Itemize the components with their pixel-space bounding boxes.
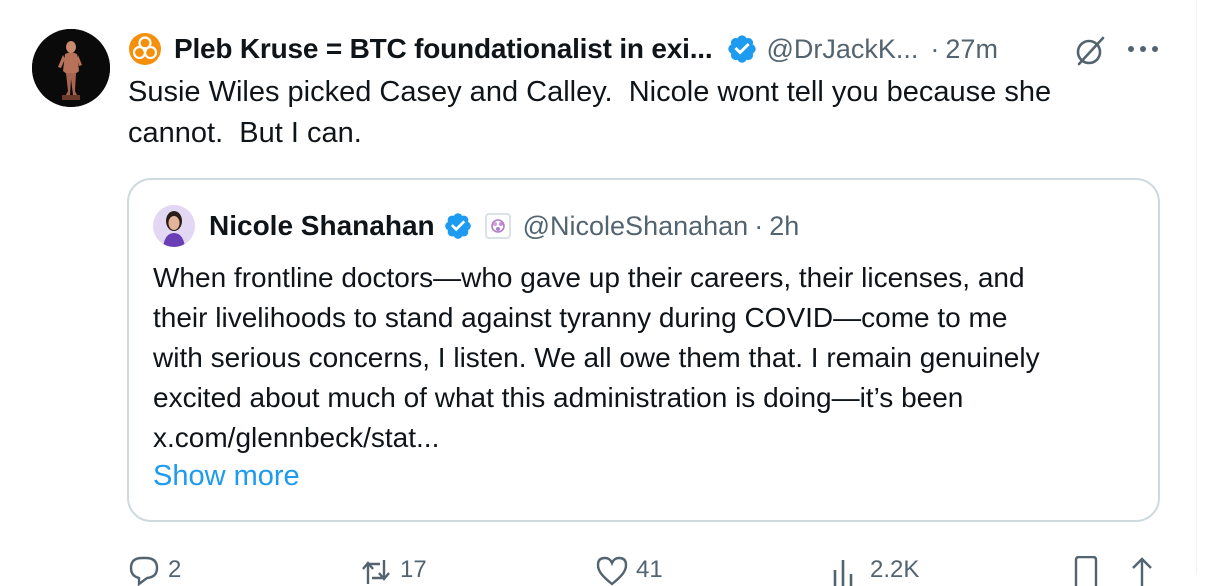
affiliate-badge-icon[interactable] <box>484 213 511 239</box>
timeline-border <box>1196 0 1197 574</box>
grok-icon[interactable] <box>1072 33 1108 69</box>
share-icon <box>1132 557 1152 586</box>
repost-button[interactable]: 17 <box>360 556 427 586</box>
verified-badge-icon[interactable] <box>726 33 758 65</box>
bookmark-icon <box>1074 556 1098 586</box>
quoted-tweet-text: When frontline doctors—who gave up their… <box>153 262 1040 453</box>
portrait-avatar-image <box>153 205 195 247</box>
reply-icon <box>129 556 159 586</box>
quoted-tweet-timestamp[interactable]: 2h <box>769 211 799 242</box>
like-count: 41 <box>636 556 663 583</box>
biohazard-icon <box>128 32 162 66</box>
repost-count: 17 <box>400 556 427 583</box>
show-more-link[interactable]: Show more <box>153 460 300 493</box>
repost-icon <box>362 560 390 584</box>
author-handle[interactable]: @DrJackK... <box>766 34 918 65</box>
quoted-author-avatar[interactable] <box>153 205 195 247</box>
verified-badge-icon[interactable] <box>443 211 473 241</box>
quoted-author-display-name[interactable]: Nicole Shanahan <box>209 210 435 242</box>
reply-count: 2 <box>168 556 182 583</box>
like-button[interactable]: 41 <box>596 556 663 586</box>
views-icon <box>833 560 853 586</box>
views-button[interactable]: 2.2K <box>830 556 919 586</box>
separator-dot: · <box>930 33 940 64</box>
quoted-tweet[interactable]: Nicole Shanahan @NicoleShanahan · 2h Whe… <box>127 178 1160 522</box>
tweet-text: Susie Wiles picked Casey and Calley. Nic… <box>128 76 1052 149</box>
more-icon[interactable] <box>1126 37 1160 61</box>
separator-dot: · <box>754 210 764 241</box>
author-display-name[interactable]: Pleb Kruse = BTC foundationalist in exi.… <box>174 33 713 65</box>
quoted-author-handle[interactable]: @NicoleShanahan <box>523 211 749 242</box>
author-avatar[interactable] <box>32 29 110 107</box>
share-button[interactable] <box>1126 556 1166 586</box>
views-count: 2.2K <box>870 556 920 583</box>
statue-avatar-image <box>32 29 110 107</box>
bookmark-button[interactable] <box>1070 556 1110 586</box>
tweet-header: Pleb Kruse = BTC foundationalist in exi.… <box>128 28 998 70</box>
like-icon <box>596 556 628 586</box>
quoted-tweet-header: Nicole Shanahan @NicoleShanahan · 2h <box>153 205 799 247</box>
tweet-actions-bar: 2 17 41 2.2K <box>0 546 1214 586</box>
reply-button[interactable]: 2 <box>128 556 181 586</box>
tweet-timestamp[interactable]: 27m <box>945 34 998 65</box>
